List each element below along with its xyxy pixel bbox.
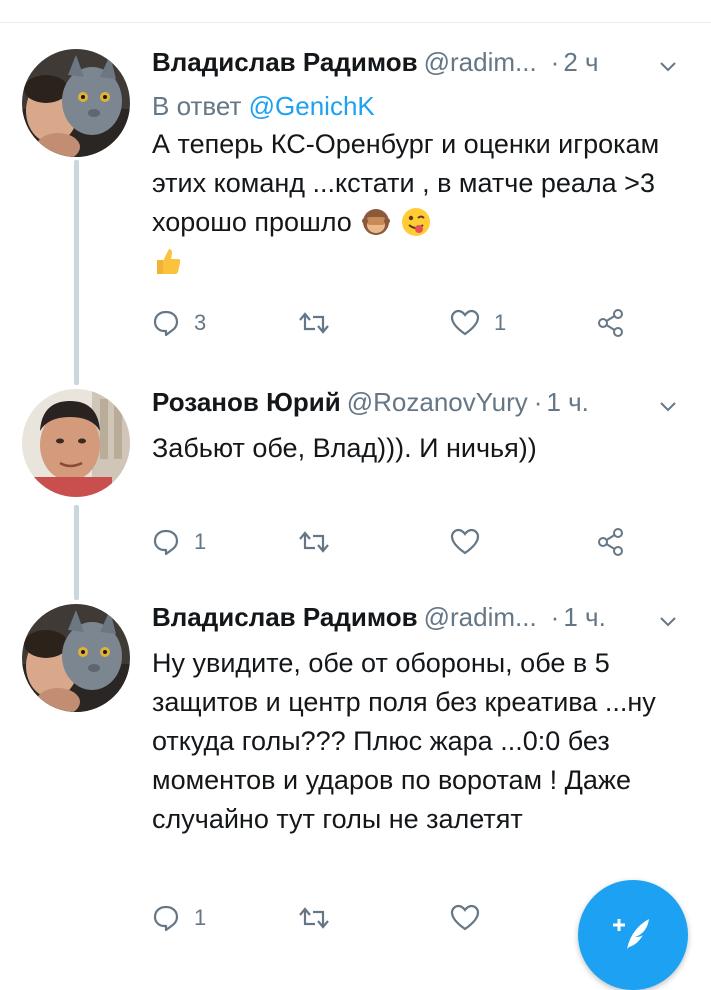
tweet-text-content: Ну увидите, обе от обороны, обе в 5 защи…	[152, 648, 656, 834]
tweet-body: Розанов Юрий @RozanovYury · 1 ч. Забьют обе…	[152, 385, 683, 485]
reply-button[interactable]: 3	[152, 303, 206, 343]
share-icon	[596, 527, 626, 557]
tweet-text: Забьют обе, Влад))). И ничья))	[152, 429, 683, 468]
author-name[interactable]: Розанов Юрий	[152, 387, 341, 417]
tweet-header: Розанов Юрий @RozanovYury · 1 ч.	[152, 385, 683, 425]
share-button[interactable]	[596, 303, 626, 343]
tweet-actions: 1	[152, 522, 672, 562]
chevron-down-icon[interactable]	[657, 606, 679, 628]
reply-label: В ответ	[152, 91, 242, 121]
author-name[interactable]: Владислав Радимов	[152, 47, 418, 77]
compose-tweet-button[interactable]	[578, 880, 688, 990]
chevron-down-icon[interactable]	[657, 391, 679, 413]
tweet-actions: 3 1	[152, 303, 672, 343]
tweet-body: Владислав Радимов @radim... · 1 ч. Ну увиди…	[152, 600, 683, 880]
reply-count: 1	[194, 905, 207, 930]
separator-dot: ·	[533, 387, 543, 417]
avatar[interactable]	[22, 389, 130, 497]
reply-button[interactable]: 1	[152, 898, 206, 938]
tweet-body: Владислав Радимов @radim... · 2 ч В ответ @…	[152, 45, 683, 305]
like-button[interactable]	[450, 522, 480, 562]
reply-icon	[152, 528, 180, 556]
like-button[interactable]: 1	[450, 303, 506, 343]
tweet-header: Владислав Радимов @radim... · 1 ч.	[152, 600, 683, 640]
share-button[interactable]	[596, 522, 626, 562]
retweet-button[interactable]	[298, 303, 330, 343]
separator-dot: ·	[550, 47, 560, 77]
reply-mention-link[interactable]: @GenichK	[249, 91, 375, 121]
retweet-button[interactable]	[298, 522, 330, 562]
chevron-down-icon[interactable]	[657, 51, 679, 73]
tweet-time[interactable]: 2 ч	[563, 47, 598, 77]
heart-icon	[450, 528, 480, 556]
retweet-button[interactable]	[298, 898, 330, 938]
like-count: 1	[494, 310, 507, 335]
author-name[interactable]: Владислав Радимов	[152, 602, 418, 632]
heart-icon	[450, 904, 480, 932]
retweet-icon	[298, 309, 330, 337]
tweet-time[interactable]: 1 ч.	[546, 387, 588, 417]
winking-tongue-face-icon	[401, 207, 431, 237]
reply-count: 3	[194, 310, 207, 335]
thread-line	[74, 505, 79, 600]
tweet-text: А теперь КС-Оренбург и оценки игрокам эт…	[152, 125, 683, 281]
reply-context: В ответ @GenichK	[152, 89, 683, 123]
retweet-icon	[298, 528, 330, 556]
share-icon	[596, 308, 626, 338]
author-handle[interactable]: @radim...	[424, 602, 537, 632]
tweet-header: Владислав Радимов @radim... · 2 ч	[152, 45, 683, 85]
separator-dot: ·	[550, 602, 560, 632]
see-no-evil-monkey-icon	[361, 207, 391, 237]
retweet-icon	[298, 904, 330, 932]
top-divider	[0, 22, 711, 23]
avatar[interactable]	[22, 604, 130, 712]
avatar[interactable]	[22, 49, 130, 157]
heart-icon	[450, 309, 480, 337]
reply-icon	[152, 309, 180, 337]
reply-count: 1	[194, 529, 207, 554]
author-handle[interactable]: @radim...	[424, 47, 537, 77]
author-handle[interactable]: @RozanovYury	[347, 387, 528, 417]
reply-icon	[152, 904, 180, 932]
thread-line	[74, 160, 79, 385]
tweet-text: Ну увидите, обе от обороны, обе в 5 защи…	[152, 644, 683, 839]
tweet-time[interactable]: 1 ч.	[563, 602, 605, 632]
tweet-text-content: Забьют обе, Влад))). И ничья))	[152, 433, 537, 463]
thumbs-up-icon	[152, 246, 182, 276]
like-button[interactable]	[450, 898, 480, 938]
reply-button[interactable]: 1	[152, 522, 206, 562]
